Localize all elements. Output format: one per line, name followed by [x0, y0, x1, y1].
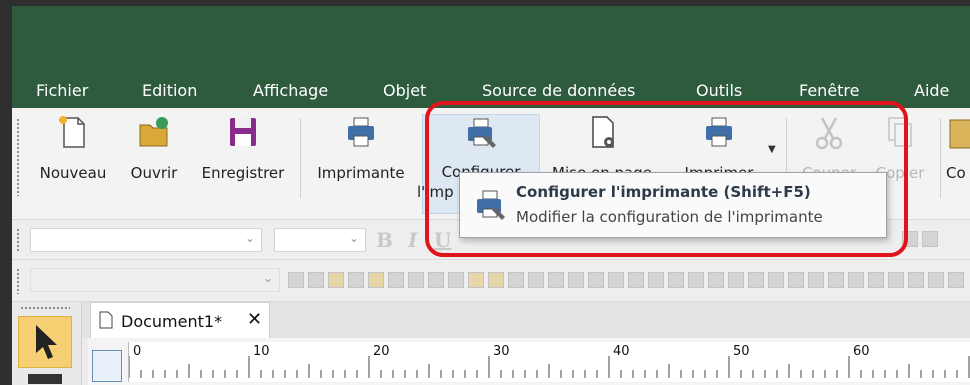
menu-fichier[interactable]: Fichier [36, 81, 88, 100]
tool-icon[interactable] [368, 272, 384, 288]
new-document-icon [59, 116, 85, 148]
italic-button[interactable]: I [408, 228, 417, 252]
open-button[interactable]: Ouvrir [122, 114, 186, 214]
pointer-tool-button[interactable] [18, 316, 72, 368]
chevron-down-icon: ⌄ [244, 231, 255, 245]
chevron-down-icon: ⌄ [262, 271, 273, 285]
ruler-label: 30 [493, 344, 510, 359]
ruler-label: 60 [853, 344, 870, 359]
tool-icon[interactable] [748, 272, 764, 288]
tool-icon[interactable] [888, 272, 904, 288]
tool-icon[interactable] [508, 272, 524, 288]
ruler-label: 40 [613, 344, 630, 359]
printer-label: Imprimante [317, 164, 405, 182]
tool-icon[interactable] [308, 272, 324, 288]
ruler-label: 50 [733, 344, 750, 359]
tool-icon[interactable] [408, 272, 424, 288]
save-disk-icon [230, 118, 256, 146]
close-tab-icon[interactable]: ✕ [247, 309, 262, 330]
bold-button[interactable]: B [376, 228, 393, 252]
tool-icon[interactable] [788, 272, 804, 288]
open-label: Ouvrir [130, 164, 178, 182]
tool-icon[interactable] [868, 272, 884, 288]
open-folder-icon [139, 117, 168, 147]
document-tab-bar: Document1* ✕ [12, 302, 970, 338]
tool-icon[interactable] [448, 272, 464, 288]
save-label: Enregistrer [201, 164, 285, 182]
menu-edition[interactable]: Edition [142, 81, 197, 100]
document-icon [99, 311, 113, 329]
object-toolbar-grip[interactable] [16, 268, 20, 294]
format-toolbar-grip[interactable] [16, 228, 20, 252]
tool-icon[interactable] [768, 272, 784, 288]
tool-icon[interactable] [588, 272, 604, 288]
chevron-down-icon: ⌄ [348, 231, 359, 245]
document-tab-title: Document1* [121, 312, 223, 331]
tool-icon[interactable] [948, 272, 964, 288]
tool-palette [12, 302, 82, 385]
font-name-select[interactable]: ⌄ [30, 228, 262, 252]
tool-icon[interactable] [628, 272, 644, 288]
ruler-label: 10 [253, 344, 270, 359]
tool-icon[interactable] [928, 272, 944, 288]
save-button[interactable]: Enregistrer [194, 114, 292, 214]
tool-icon[interactable] [568, 272, 584, 288]
printer-button[interactable]: Imprimante [310, 114, 412, 214]
ruler-label: 20 [373, 344, 390, 359]
paste-icon [949, 119, 970, 149]
tool-icon[interactable] [348, 272, 364, 288]
tool-icon[interactable] [808, 272, 824, 288]
tool-icon[interactable] [488, 272, 504, 288]
tool-icon[interactable] [828, 272, 844, 288]
tool-icon[interactable] [708, 272, 724, 288]
menu-affichage[interactable]: Affichage [253, 81, 328, 100]
tool-icon[interactable] [728, 272, 744, 288]
paste-button[interactable]: Co [946, 114, 970, 214]
tool-icon[interactable] [648, 272, 664, 288]
palette-grip[interactable] [20, 306, 70, 310]
ruler-strip: 0 10 20 30 40 50 60 [128, 342, 970, 382]
printer-icon [348, 117, 374, 147]
paste-label: Co [946, 164, 966, 182]
object-toolbar: ⌄ [12, 260, 970, 302]
document-tab[interactable]: Document1* ✕ [90, 302, 270, 338]
menu-outils[interactable]: Outils [696, 81, 742, 100]
menu-objet[interactable]: Objet [383, 81, 426, 100]
font-size-select[interactable]: ⌄ [274, 228, 366, 252]
toolbar-grip[interactable] [16, 118, 20, 196]
tool-icon[interactable] [908, 272, 924, 288]
toolbar-separator [300, 118, 301, 198]
menu-fenetre[interactable]: Fenêtre [799, 81, 860, 100]
text-tool-icon[interactable] [28, 374, 62, 384]
text-frame-icon[interactable] [92, 350, 122, 382]
new-button[interactable]: Nouveau [32, 114, 114, 214]
tool-icon[interactable] [288, 272, 304, 288]
menu-source-de-donnees[interactable]: Source de données [482, 81, 635, 100]
tool-icon[interactable] [428, 272, 444, 288]
object-select[interactable]: ⌄ [30, 268, 280, 292]
tool-icon[interactable] [328, 272, 344, 288]
ruler-ticks [129, 356, 970, 378]
new-label: Nouveau [39, 164, 107, 182]
tool-icon[interactable] [468, 272, 484, 288]
menu-aide[interactable]: Aide [914, 81, 949, 100]
tool-icon[interactable] [688, 272, 704, 288]
tool-icon[interactable] [388, 272, 404, 288]
toolbar-separator [940, 118, 941, 198]
title-bar [12, 6, 970, 72]
highlight-outline [425, 101, 908, 257]
style-icon[interactable] [922, 231, 938, 247]
tool-icon[interactable] [668, 272, 684, 288]
tool-icon[interactable] [528, 272, 544, 288]
tool-icon[interactable] [608, 272, 624, 288]
tool-icon[interactable] [548, 272, 564, 288]
object-tool-icons [288, 272, 964, 290]
ruler-label: 0 [133, 344, 142, 359]
tool-icon[interactable] [848, 272, 864, 288]
ruler: 0 10 20 30 40 50 60 [88, 338, 970, 385]
pointer-arrow-icon [36, 325, 57, 359]
